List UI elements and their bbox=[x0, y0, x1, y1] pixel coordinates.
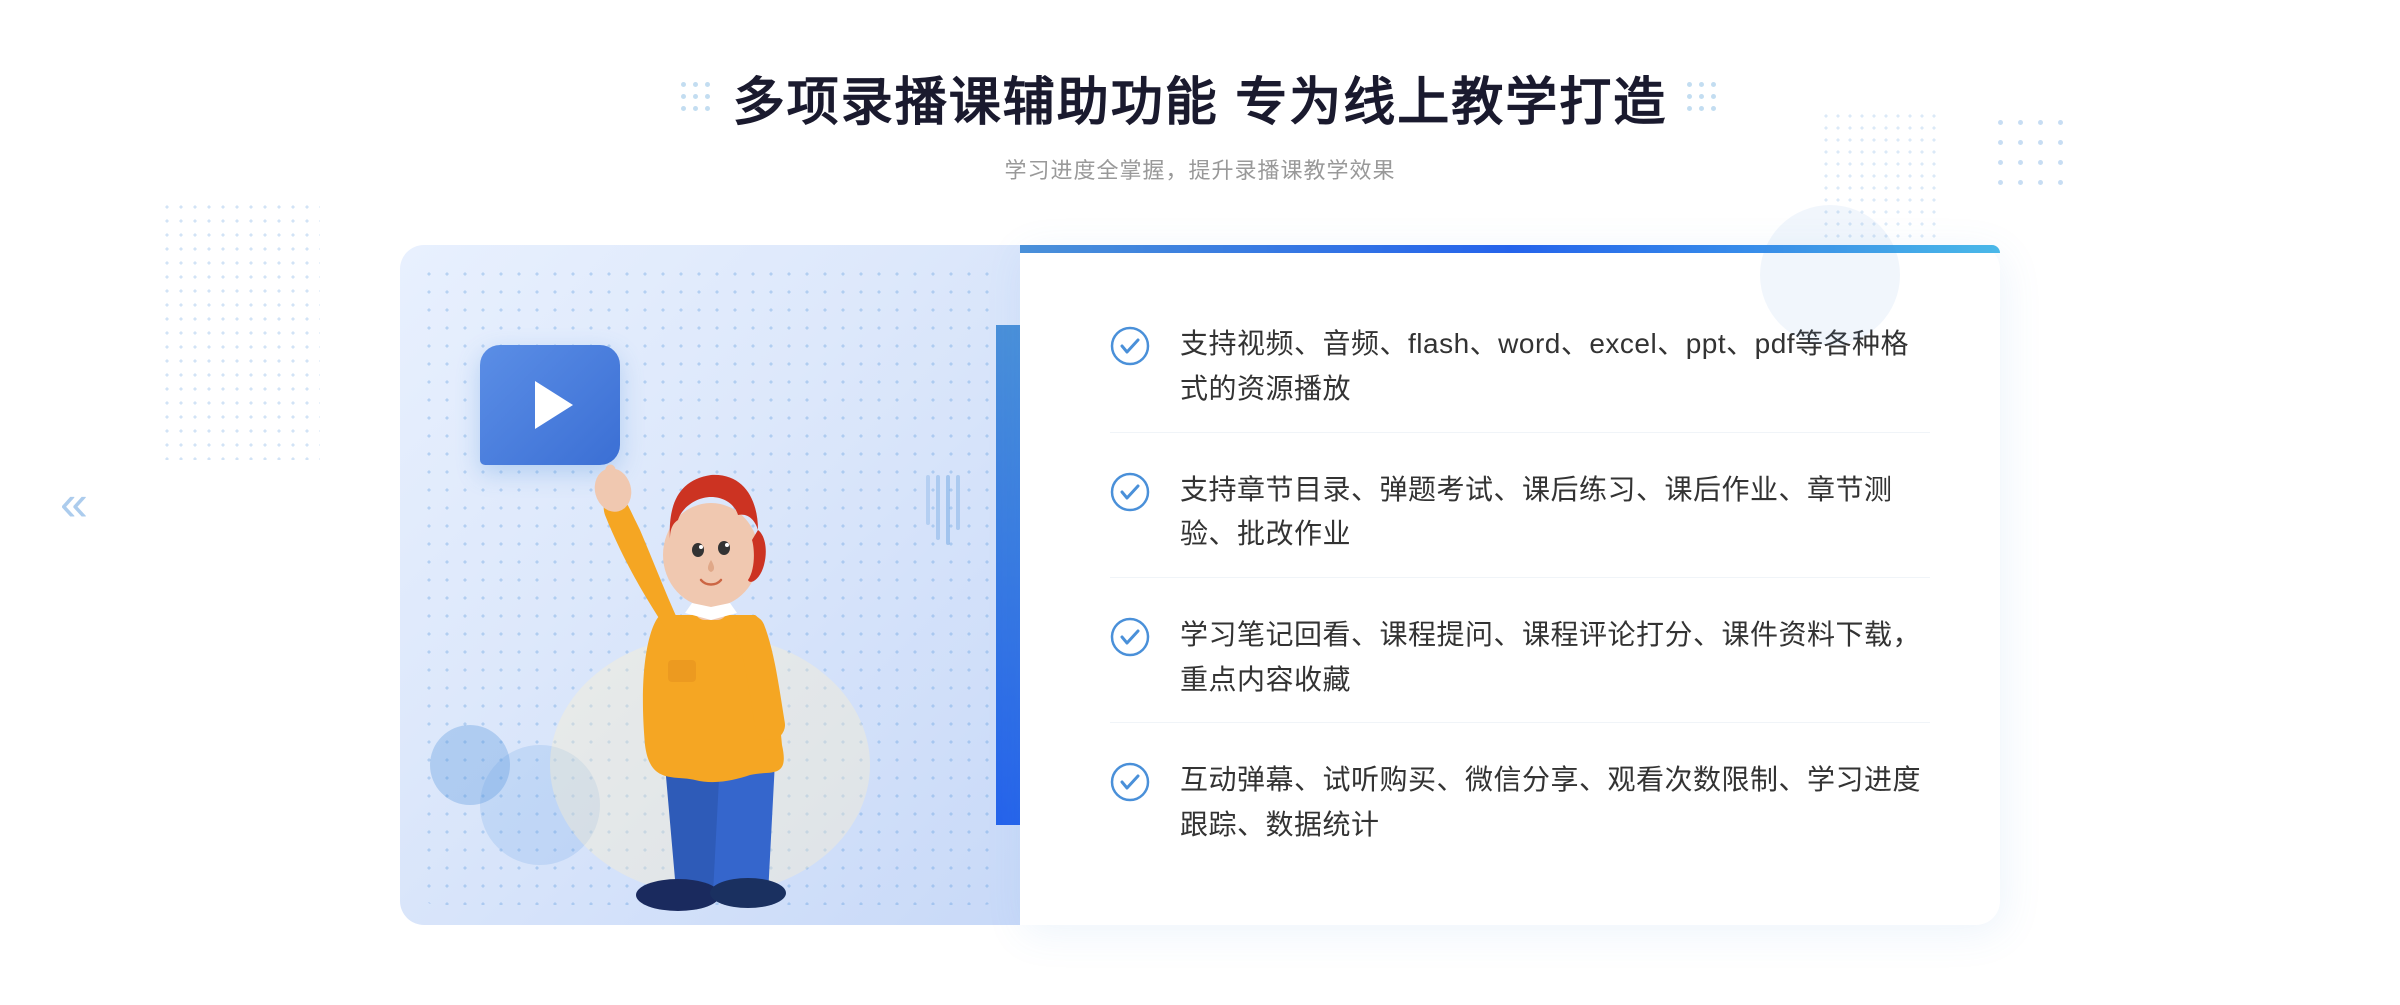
feature-item-3: 学习笔记回看、课程提问、课程评论打分、课件资料下载，重点内容收藏 bbox=[1110, 593, 1930, 724]
page-subtitle: 学习进度全掌握，提升录播课教学效果 bbox=[681, 153, 1719, 185]
feature-text-4: 互动弹幕、试听购买、微信分享、观看次数限制、学习进度跟踪、数据统计 bbox=[1180, 758, 1930, 848]
check-icon-4 bbox=[1110, 762, 1150, 802]
feature-text-3: 学习笔记回看、课程提问、课程评论打分、课件资料下载，重点内容收藏 bbox=[1180, 613, 1930, 703]
stripe-2 bbox=[936, 475, 940, 540]
feature-text-2: 支持章节目录、弹题考试、课后练习、课后作业、章节测验、批改作业 bbox=[1180, 468, 1930, 558]
stripe-1 bbox=[926, 475, 930, 525]
feature-item-2: 支持章节目录、弹题考试、课后练习、课后作业、章节测验、批改作业 bbox=[1110, 448, 1930, 579]
check-icon-1 bbox=[1110, 326, 1150, 366]
check-icon-2 bbox=[1110, 472, 1150, 512]
title-decoration-left bbox=[681, 82, 713, 114]
person-figure bbox=[520, 365, 900, 925]
left-chevron-decoration: « bbox=[60, 474, 80, 532]
illustration-area bbox=[400, 245, 1020, 925]
features-panel: 支持视频、音频、flash、word、excel、ppt、pdf等各种格式的资源… bbox=[1020, 245, 2000, 925]
page-container: « 多项录播课辅助功能 专为线上教学打造 学习进度全掌握，提升录播课教学效果 bbox=[0, 0, 2400, 1005]
blue-accent-bar bbox=[996, 325, 1020, 825]
stripe-3 bbox=[946, 475, 950, 545]
title-row: 多项录播课辅助功能 专为线上教学打造 bbox=[681, 60, 1719, 135]
feature-item-4: 互动弹幕、试听购买、微信分享、观看次数限制、学习进度跟踪、数据统计 bbox=[1110, 738, 1930, 868]
stripe-4 bbox=[956, 475, 960, 530]
stripes-decoration bbox=[926, 475, 960, 545]
title-decoration-right bbox=[1687, 82, 1719, 114]
right-dots-decoration bbox=[1998, 120, 2070, 192]
check-icon-3 bbox=[1110, 617, 1150, 657]
main-content: 支持视频、音频、flash、word、excel、ppt、pdf等各种格式的资源… bbox=[400, 245, 2000, 925]
page-title: 多项录播课辅助功能 专为线上教学打造 bbox=[733, 60, 1667, 135]
header-section: 多项录播课辅助功能 专为线上教学打造 学习进度全掌握，提升录播课教学效果 bbox=[681, 60, 1719, 185]
blue-circle-decoration bbox=[1760, 205, 1900, 345]
dots-left-decoration bbox=[160, 200, 320, 460]
